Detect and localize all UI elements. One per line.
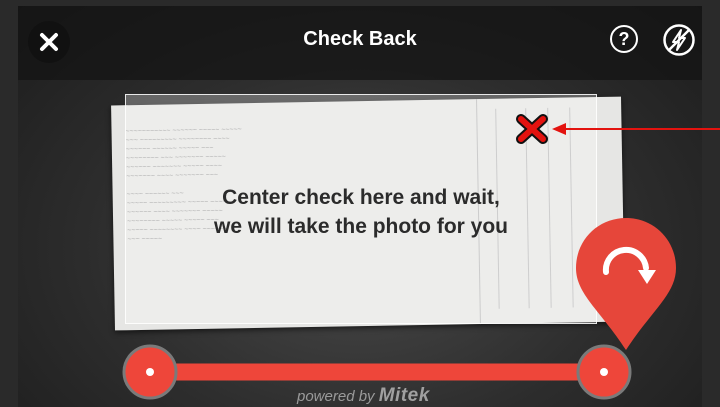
- page-title: Check Back: [303, 28, 417, 50]
- flash-toggle-button[interactable]: [662, 23, 696, 57]
- brand-logo: Mitek: [378, 385, 430, 406]
- instruction-line-2: we will take the photo for you: [213, 215, 509, 238]
- powered-by: powered by Mitek: [297, 385, 430, 407]
- flash-off-icon: [663, 24, 695, 56]
- slider-handle-right[interactable]: [576, 344, 632, 400]
- capture-instruction: Center check here and wait, we will take…: [125, 183, 597, 241]
- powered-by-label: powered by: [297, 388, 375, 405]
- help-button[interactable]: ?: [610, 25, 638, 53]
- close-icon: [40, 33, 58, 51]
- slider-handle-left[interactable]: [122, 344, 178, 400]
- close-button[interactable]: [28, 21, 70, 63]
- red-arrow-icon: [552, 123, 720, 135]
- rotate-pin-button[interactable]: [572, 214, 680, 354]
- instruction-line-1: Center check here and wait,: [222, 186, 500, 209]
- help-icon: ?: [618, 28, 630, 49]
- red-x-icon: [516, 114, 548, 144]
